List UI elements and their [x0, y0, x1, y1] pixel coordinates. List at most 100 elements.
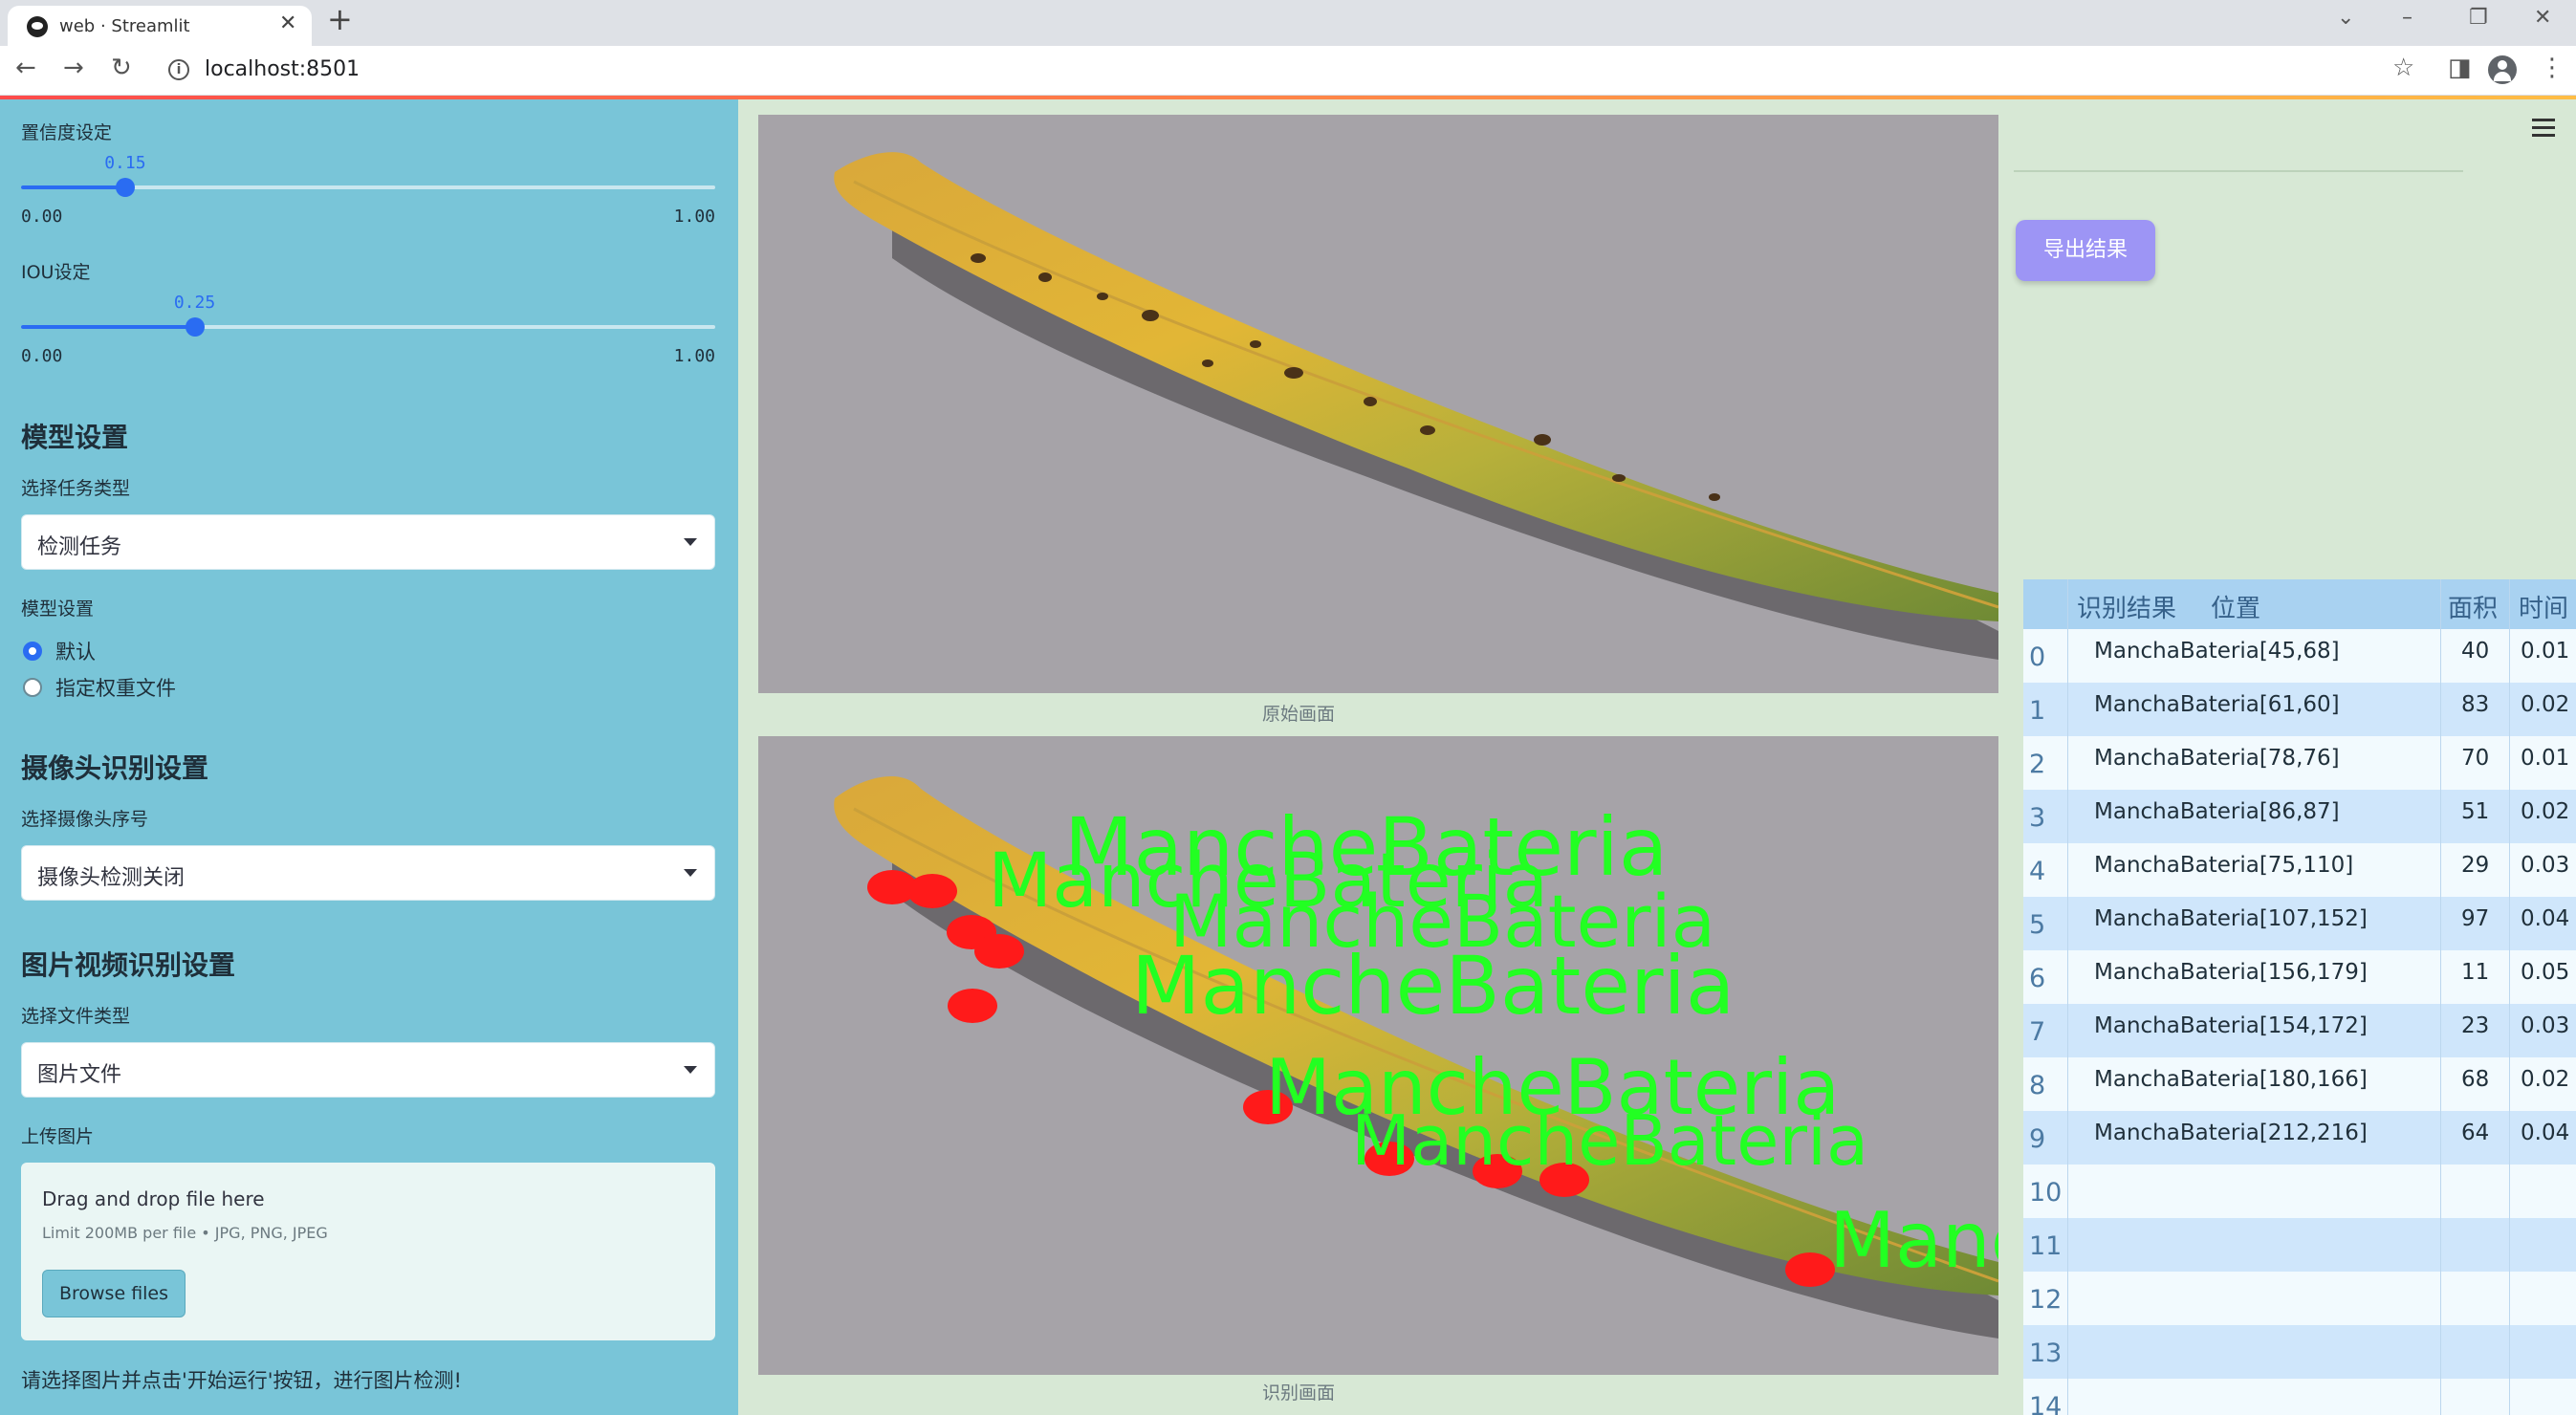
radio-default-label: 默认 [55, 641, 96, 664]
header-result[interactable]: 识别结果 [2077, 589, 2176, 624]
file-type-select[interactable]: 图片文件 [21, 1042, 715, 1098]
chevron-down-icon[interactable]: ⌄ [2337, 8, 2354, 29]
url-field[interactable]: localhost:8501 [205, 57, 360, 81]
weights-label: 模型设置 [21, 599, 95, 620]
camera-select-value: 摄像头检测关闭 [37, 866, 186, 890]
leaf-photo [758, 115, 1998, 693]
cell-result: ManchaBateria[86,87] [2094, 799, 2340, 824]
header-position[interactable]: 位置 [2211, 589, 2260, 624]
cell-time: 0.04 [2521, 1121, 2570, 1145]
table-row[interactable]: 12 [2023, 1272, 2576, 1325]
table-row[interactable]: 4 ManchaBateria[75,110] 29 0.03 [2023, 843, 2576, 897]
export-results-button[interactable]: 导出结果 [2016, 220, 2155, 281]
confidence-slider[interactable] [21, 178, 715, 197]
table-row[interactable]: 0 ManchaBateria[45,68] 40 0.01 [2023, 629, 2576, 683]
table-row[interactable]: 3 ManchaBateria[86,87] 51 0.02 [2023, 790, 2576, 843]
header-area[interactable]: 面积 [2448, 589, 2498, 624]
cell-area: 40 [2461, 639, 2490, 664]
browser-tab[interactable]: web · Streamlit ✕ [8, 6, 312, 46]
file-type-value: 图片文件 [37, 1063, 122, 1087]
cell-result: ManchaBateria[75,110] [2094, 853, 2354, 878]
radio-custom-label: 指定权重文件 [55, 677, 176, 700]
chevron-down-icon [684, 1066, 697, 1074]
row-index: 13 [2029, 1339, 2063, 1368]
confidence-min: 0.00 [21, 207, 63, 227]
info-icon[interactable]: i [168, 59, 189, 80]
divider [2014, 170, 2463, 172]
tab-title: web · Streamlit [59, 16, 190, 36]
cell-time: 0.03 [2521, 1013, 2570, 1038]
camera-settings-heading: 摄像头识别设置 [21, 752, 209, 784]
cell-time: 0.02 [2521, 692, 2570, 717]
sidebar-hint: 请选择图片并点击'开始运行'按钮，进行图片检测! [21, 1369, 462, 1392]
table-row[interactable]: 7 ManchaBateria[154,172] 23 0.03 [2023, 1004, 2576, 1057]
window-close-icon[interactable]: ✕ [2534, 8, 2551, 29]
confidence-slider-thumb[interactable] [115, 178, 135, 197]
star-icon[interactable]: ☆ [2392, 55, 2414, 80]
chevron-down-icon [684, 538, 697, 546]
media-settings-heading: 图片视频识别设置 [21, 949, 236, 981]
task-type-select[interactable]: 检测任务 [21, 514, 715, 570]
result-caption: 识别画面 [1261, 1382, 1335, 1404]
browse-files-button[interactable]: Browse files [42, 1270, 186, 1317]
table-row[interactable]: 8 ManchaBateria[180,166] 68 0.02 [2023, 1057, 2576, 1111]
cell-position: [154,172] [2259, 1013, 2368, 1038]
minimize-icon[interactable]: – [2402, 8, 2412, 29]
cell-result: ManchaBateria[154,172] [2094, 1013, 2368, 1038]
header-time[interactable]: 时间 [2519, 589, 2568, 624]
cell-position: [78,76] [2259, 746, 2340, 771]
more-vert-icon[interactable]: ⋮ [2540, 55, 2565, 80]
close-icon[interactable]: ✕ [279, 13, 296, 34]
table-row[interactable]: 6 ManchaBateria[156,179] 11 0.05 [2023, 950, 2576, 1004]
original-image [758, 115, 1998, 693]
table-row[interactable]: 11 [2023, 1218, 2576, 1272]
cell-time: 0.02 [2521, 1067, 2570, 1092]
cell-position: [107,152] [2259, 906, 2368, 931]
new-tab-icon[interactable]: + [327, 4, 353, 34]
camera-select[interactable]: 摄像头检测关闭 [21, 845, 715, 901]
reload-icon[interactable]: ↻ [111, 55, 132, 80]
profile-icon[interactable] [2488, 55, 2517, 84]
detection-label: MancheBateria [1829, 1196, 1998, 1285]
table-row[interactable]: 2 ManchaBateria[78,76] 70 0.01 [2023, 736, 2576, 790]
file-uploader-dropzone[interactable]: Drag and drop file here Limit 200MB per … [21, 1163, 715, 1340]
row-index: 12 [2029, 1285, 2063, 1315]
restore-icon[interactable]: ❐ [2469, 8, 2488, 29]
table-row[interactable]: 1 ManchaBateria[61,60] 83 0.02 [2023, 683, 2576, 736]
side-panel-icon[interactable]: ◨ [2448, 55, 2472, 80]
cell-result: ManchaBateria[78,76] [2094, 746, 2340, 771]
cell-position: [212,216] [2259, 1121, 2368, 1145]
table-row[interactable]: 9 ManchaBateria[212,216] 64 0.04 [2023, 1111, 2576, 1165]
arrow-right-icon[interactable]: → [63, 55, 84, 80]
iou-label: IOU设定 [21, 262, 91, 283]
model-settings-heading: 模型设置 [21, 422, 129, 453]
cell-position: [156,179] [2259, 960, 2368, 985]
row-index: 9 [2029, 1124, 2046, 1154]
iou-slider-thumb[interactable] [185, 317, 205, 337]
cell-position: [180,166] [2259, 1067, 2368, 1092]
detection-marker [1785, 1252, 1835, 1287]
table-row[interactable]: 10 [2023, 1165, 2576, 1218]
task-type-value: 检测任务 [37, 535, 122, 559]
hamburger-menu-icon[interactable] [2532, 119, 2555, 142]
iou-slider[interactable] [21, 317, 715, 337]
row-index: 2 [2029, 750, 2046, 779]
streamlit-icon [27, 16, 48, 37]
cell-area: 64 [2461, 1121, 2490, 1145]
table-row[interactable]: 5 ManchaBateria[107,152] 97 0.04 [2023, 897, 2576, 950]
iou-slider-fill [21, 325, 195, 329]
table-row[interactable]: 14 [2023, 1379, 2576, 1415]
confidence-max: 1.00 [673, 207, 715, 227]
row-index: 5 [2029, 910, 2046, 940]
radio-default-control[interactable] [23, 642, 42, 661]
radio-custom-control[interactable] [23, 678, 42, 697]
table-row[interactable]: 13 [2023, 1325, 2576, 1379]
detection-label: MancheBateria [1351, 1100, 1868, 1181]
results-table[interactable]: 识别结果 位置 面积 时间 0 ManchaBateria[45,68] 40 0.0… [2023, 579, 2576, 1415]
camera-index-label: 选择摄像头序号 [21, 809, 149, 830]
cell-area: 11 [2461, 960, 2490, 985]
arrow-left-icon[interactable]: ← [15, 55, 36, 80]
column-divider [2067, 579, 2068, 1415]
cell-position: [75,110] [2259, 853, 2354, 878]
cell-time: 0.03 [2521, 853, 2570, 878]
